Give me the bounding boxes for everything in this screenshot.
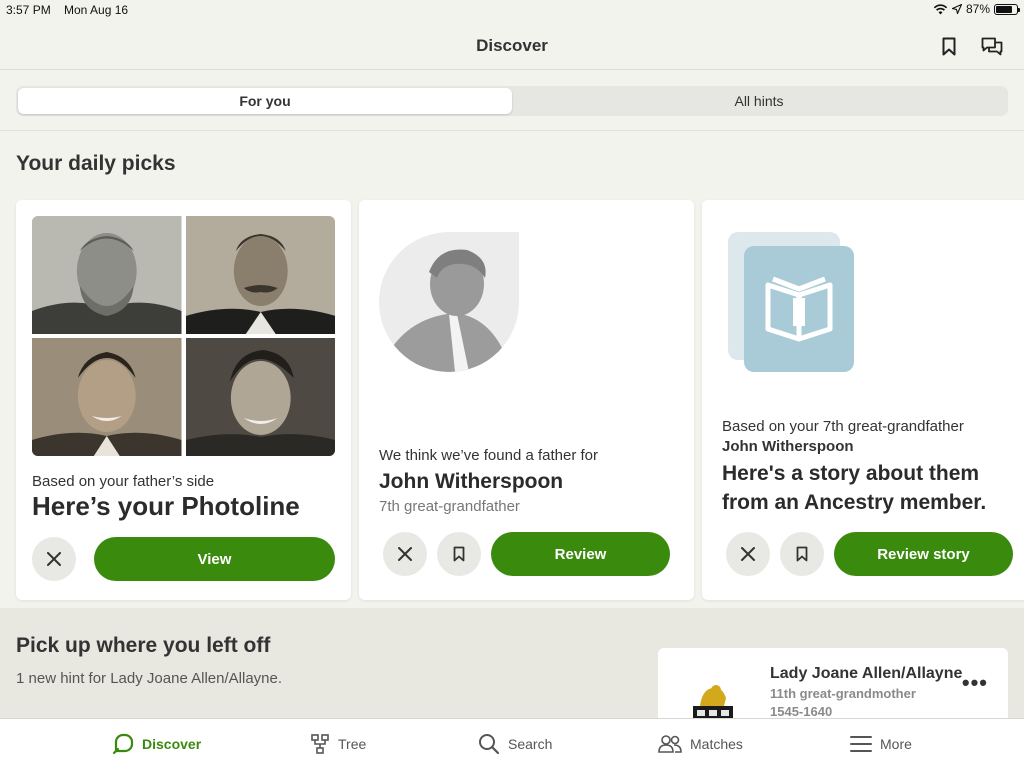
view-button[interactable]: View xyxy=(94,537,335,581)
status-bar: 3:57 PM Mon Aug 16 87% xyxy=(0,0,1024,22)
tab-label: Discover xyxy=(142,736,202,752)
hint-person-dates: 1545-1640 xyxy=(770,704,833,719)
tab-discover[interactable]: Discover xyxy=(112,731,201,757)
battery-percent: 87% xyxy=(965,2,990,16)
portrait-photo xyxy=(32,216,182,334)
search-icon xyxy=(479,734,500,755)
dismiss-button[interactable] xyxy=(726,532,770,576)
matches-icon xyxy=(658,735,682,753)
status-indicators: 87% xyxy=(933,2,1020,16)
messages-icon xyxy=(981,37,1003,55)
pick-up-title: Pick up where you left off xyxy=(16,634,271,657)
bookmark-button[interactable] xyxy=(937,34,961,58)
tab-label: Matches xyxy=(690,736,743,752)
wifi-icon xyxy=(933,3,948,14)
hint-person-name: Lady Joane Allen/Allayne xyxy=(770,665,963,682)
portrait-photo xyxy=(185,216,335,334)
review-button[interactable]: Review xyxy=(491,532,670,576)
tab-label: Search xyxy=(508,736,553,752)
close-icon xyxy=(741,547,755,561)
person-relation: 7th great-grandfather xyxy=(379,498,520,515)
bookmark-icon xyxy=(796,546,808,562)
portrait-photo xyxy=(185,338,335,456)
person-name: John Witherspoon xyxy=(379,470,564,493)
save-button[interactable] xyxy=(437,532,481,576)
discover-icon xyxy=(112,733,134,755)
more-options-button[interactable]: ••• xyxy=(962,670,988,696)
story-book-icon xyxy=(728,232,854,372)
photoline-title: Here’s your Photoline xyxy=(32,491,300,521)
pick-up-subtitle: 1 new hint for Lady Joane Allen/Allayne. xyxy=(16,670,283,687)
story-card[interactable]: Based on your 7th great-grandfather John… xyxy=(702,200,1024,600)
photo-grid xyxy=(32,216,335,456)
person-name: John Witherspoon xyxy=(722,438,854,455)
review-story-button[interactable]: Review story xyxy=(834,532,1013,576)
nav-bar: Discover xyxy=(0,22,1024,70)
location-arrow-icon xyxy=(951,4,962,14)
bookmark-icon xyxy=(942,37,956,55)
portrait-photo xyxy=(32,338,182,456)
segmented-control: For you All hints xyxy=(16,86,1008,116)
dismiss-button[interactable] xyxy=(32,537,76,581)
messages-button[interactable] xyxy=(980,34,1004,58)
person-hint-card[interactable]: Lady Joane Allen/Allayne 11th great-gran… xyxy=(658,648,1008,728)
close-icon xyxy=(47,552,61,566)
daily-picks-title: Your daily picks xyxy=(16,152,176,175)
tab-matches[interactable]: Matches xyxy=(658,731,743,757)
status-date: Mon Aug 16 xyxy=(64,3,129,17)
page-title: Discover xyxy=(476,36,548,55)
save-button[interactable] xyxy=(780,532,824,576)
tab-tree[interactable]: Tree xyxy=(310,731,366,757)
story-title: Here's a story about them from an Ancest… xyxy=(722,462,987,514)
segment-bar: For you All hints xyxy=(0,71,1024,131)
tab-bar: Discover Tree Search Matches More xyxy=(0,718,1024,768)
tree-icon xyxy=(311,734,329,754)
segment-all-hints[interactable]: All hints xyxy=(512,88,1006,114)
menu-icon xyxy=(850,736,872,752)
pick-up-section: Pick up where you left off 1 new hint fo… xyxy=(0,608,1024,728)
tab-search[interactable]: Search xyxy=(478,731,552,757)
tab-more[interactable]: More xyxy=(850,731,912,757)
segment-for-you[interactable]: For you xyxy=(18,88,512,114)
photoline-card[interactable]: Based on your father’s side Here’s your … xyxy=(16,200,351,600)
tab-label: More xyxy=(880,736,912,752)
person-silhouette-icon xyxy=(379,232,519,372)
father-hint-subtitle: We think we’ve found a father for xyxy=(379,447,599,464)
status-time: 3:57 PM xyxy=(6,3,51,17)
story-subtitle: Based on your 7th great-grandfather xyxy=(722,418,964,435)
photoline-subtitle: Based on your father’s side xyxy=(32,473,215,490)
tab-label: Tree xyxy=(338,736,367,752)
close-icon xyxy=(398,547,412,561)
battery-icon xyxy=(994,3,1020,15)
hint-person-relation: 11th great-grandmother xyxy=(770,686,916,701)
dismiss-button[interactable] xyxy=(383,532,427,576)
father-hint-card[interactable]: We think we’ve found a father for John W… xyxy=(359,200,694,600)
bookmark-icon xyxy=(453,546,465,562)
